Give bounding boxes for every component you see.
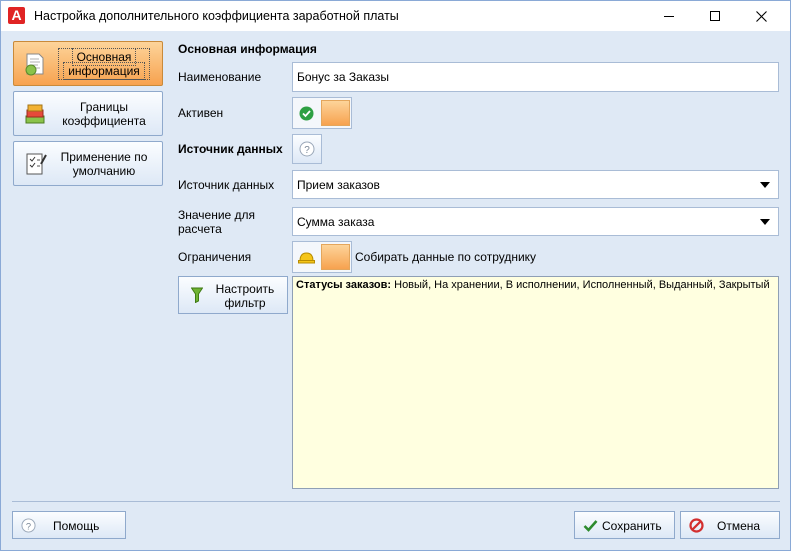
title-bar: A Настройка дополнительного коэффициента… bbox=[1, 1, 790, 31]
limits-toggle[interactable] bbox=[292, 241, 352, 273]
calc-value-select[interactable]: Сумма заказа bbox=[292, 207, 779, 236]
filter-summary-box: Статусы заказов: Новый, На хранении, В и… bbox=[292, 276, 779, 489]
cancel-button-label: Отмена bbox=[717, 519, 761, 533]
calc-value-select-value: Сумма заказа bbox=[297, 214, 375, 229]
section-title: Основная информация bbox=[178, 42, 317, 56]
help-button-label: Помощь bbox=[53, 519, 100, 533]
minimize-button[interactable] bbox=[646, 1, 692, 31]
status-list: Новый, На хранении, В исполнении, Исполн… bbox=[391, 279, 770, 291]
main-panel: Основная информация Наименование Бонус з… bbox=[170, 32, 789, 498]
datasource-select-value: Прием заказов bbox=[297, 177, 380, 192]
checkmark-icon bbox=[583, 520, 598, 532]
svg-text:?: ? bbox=[26, 521, 31, 531]
nav-basic-info[interactable]: Основная информация bbox=[13, 41, 163, 86]
active-toggle[interactable] bbox=[292, 97, 352, 129]
save-button-label: Сохранить bbox=[602, 519, 662, 533]
maximize-icon bbox=[710, 11, 720, 21]
minimize-icon bbox=[664, 15, 674, 17]
close-icon bbox=[755, 10, 767, 22]
nav-coefficient-limits[interactable]: Границы коэффициента bbox=[13, 91, 163, 136]
name-input-value: Бонус за Заказы bbox=[297, 70, 389, 84]
datasource-select[interactable]: Прием заказов bbox=[292, 170, 779, 199]
document-icon bbox=[25, 53, 44, 76]
limits-label: Ограничения bbox=[178, 250, 252, 264]
question-icon: ? bbox=[21, 518, 36, 533]
check-circle-icon bbox=[299, 106, 314, 121]
active-toggle-knob bbox=[321, 100, 350, 126]
stack-icon bbox=[25, 104, 45, 124]
svg-text:?: ? bbox=[304, 145, 310, 156]
save-button[interactable]: Сохранить bbox=[574, 511, 675, 539]
chevron-down-icon bbox=[760, 182, 770, 188]
nav-basic-info-label: Основная информация bbox=[50, 42, 158, 85]
nav-default-usage-label: Применение по умолчанию bbox=[60, 149, 148, 178]
name-input[interactable]: Бонус за Заказы bbox=[292, 62, 779, 92]
limits-toggle-text: Собирать данные по сотруднику bbox=[355, 250, 537, 264]
chevron-down-icon bbox=[760, 219, 770, 225]
datasource-heading: Источник данных bbox=[178, 142, 283, 156]
close-button[interactable] bbox=[738, 1, 784, 31]
window-title: Настройка дополнительного коэффициента з… bbox=[34, 9, 399, 23]
datasource-help-button[interactable]: ? bbox=[292, 134, 322, 164]
left-navigation: Основная информация Границы коэффициента П… bbox=[2, 32, 170, 498]
nav-coefficient-limits-label: Границы коэффициента bbox=[62, 99, 146, 128]
checklist-icon bbox=[26, 153, 47, 175]
hardhat-icon bbox=[298, 252, 315, 264]
cancel-button[interactable]: Отмена bbox=[680, 511, 780, 539]
help-button[interactable]: ? Помощь bbox=[12, 511, 126, 539]
app-logo-icon: A bbox=[8, 7, 25, 24]
limits-toggle-knob bbox=[321, 244, 350, 270]
active-label: Активен bbox=[178, 106, 224, 120]
filter-icon bbox=[191, 287, 203, 303]
footer-separator bbox=[12, 501, 780, 502]
name-label: Наименование bbox=[178, 70, 262, 84]
status-heading: Статусы заказов: bbox=[296, 279, 392, 291]
calc-value-label: Значение для расчета bbox=[178, 208, 256, 236]
nav-default-usage[interactable]: Применение по умолчанию bbox=[13, 141, 163, 186]
maximize-button[interactable] bbox=[692, 1, 738, 31]
configure-filter-button[interactable]: Настроить фильтр bbox=[178, 276, 288, 314]
question-icon: ? bbox=[299, 141, 315, 157]
dialog-window: A Настройка дополнительного коэффициента… bbox=[0, 0, 791, 551]
cancel-icon bbox=[689, 518, 704, 533]
datasource-label: Источник данных bbox=[178, 178, 275, 192]
configure-filter-label: Настроить фильтр bbox=[215, 282, 275, 310]
